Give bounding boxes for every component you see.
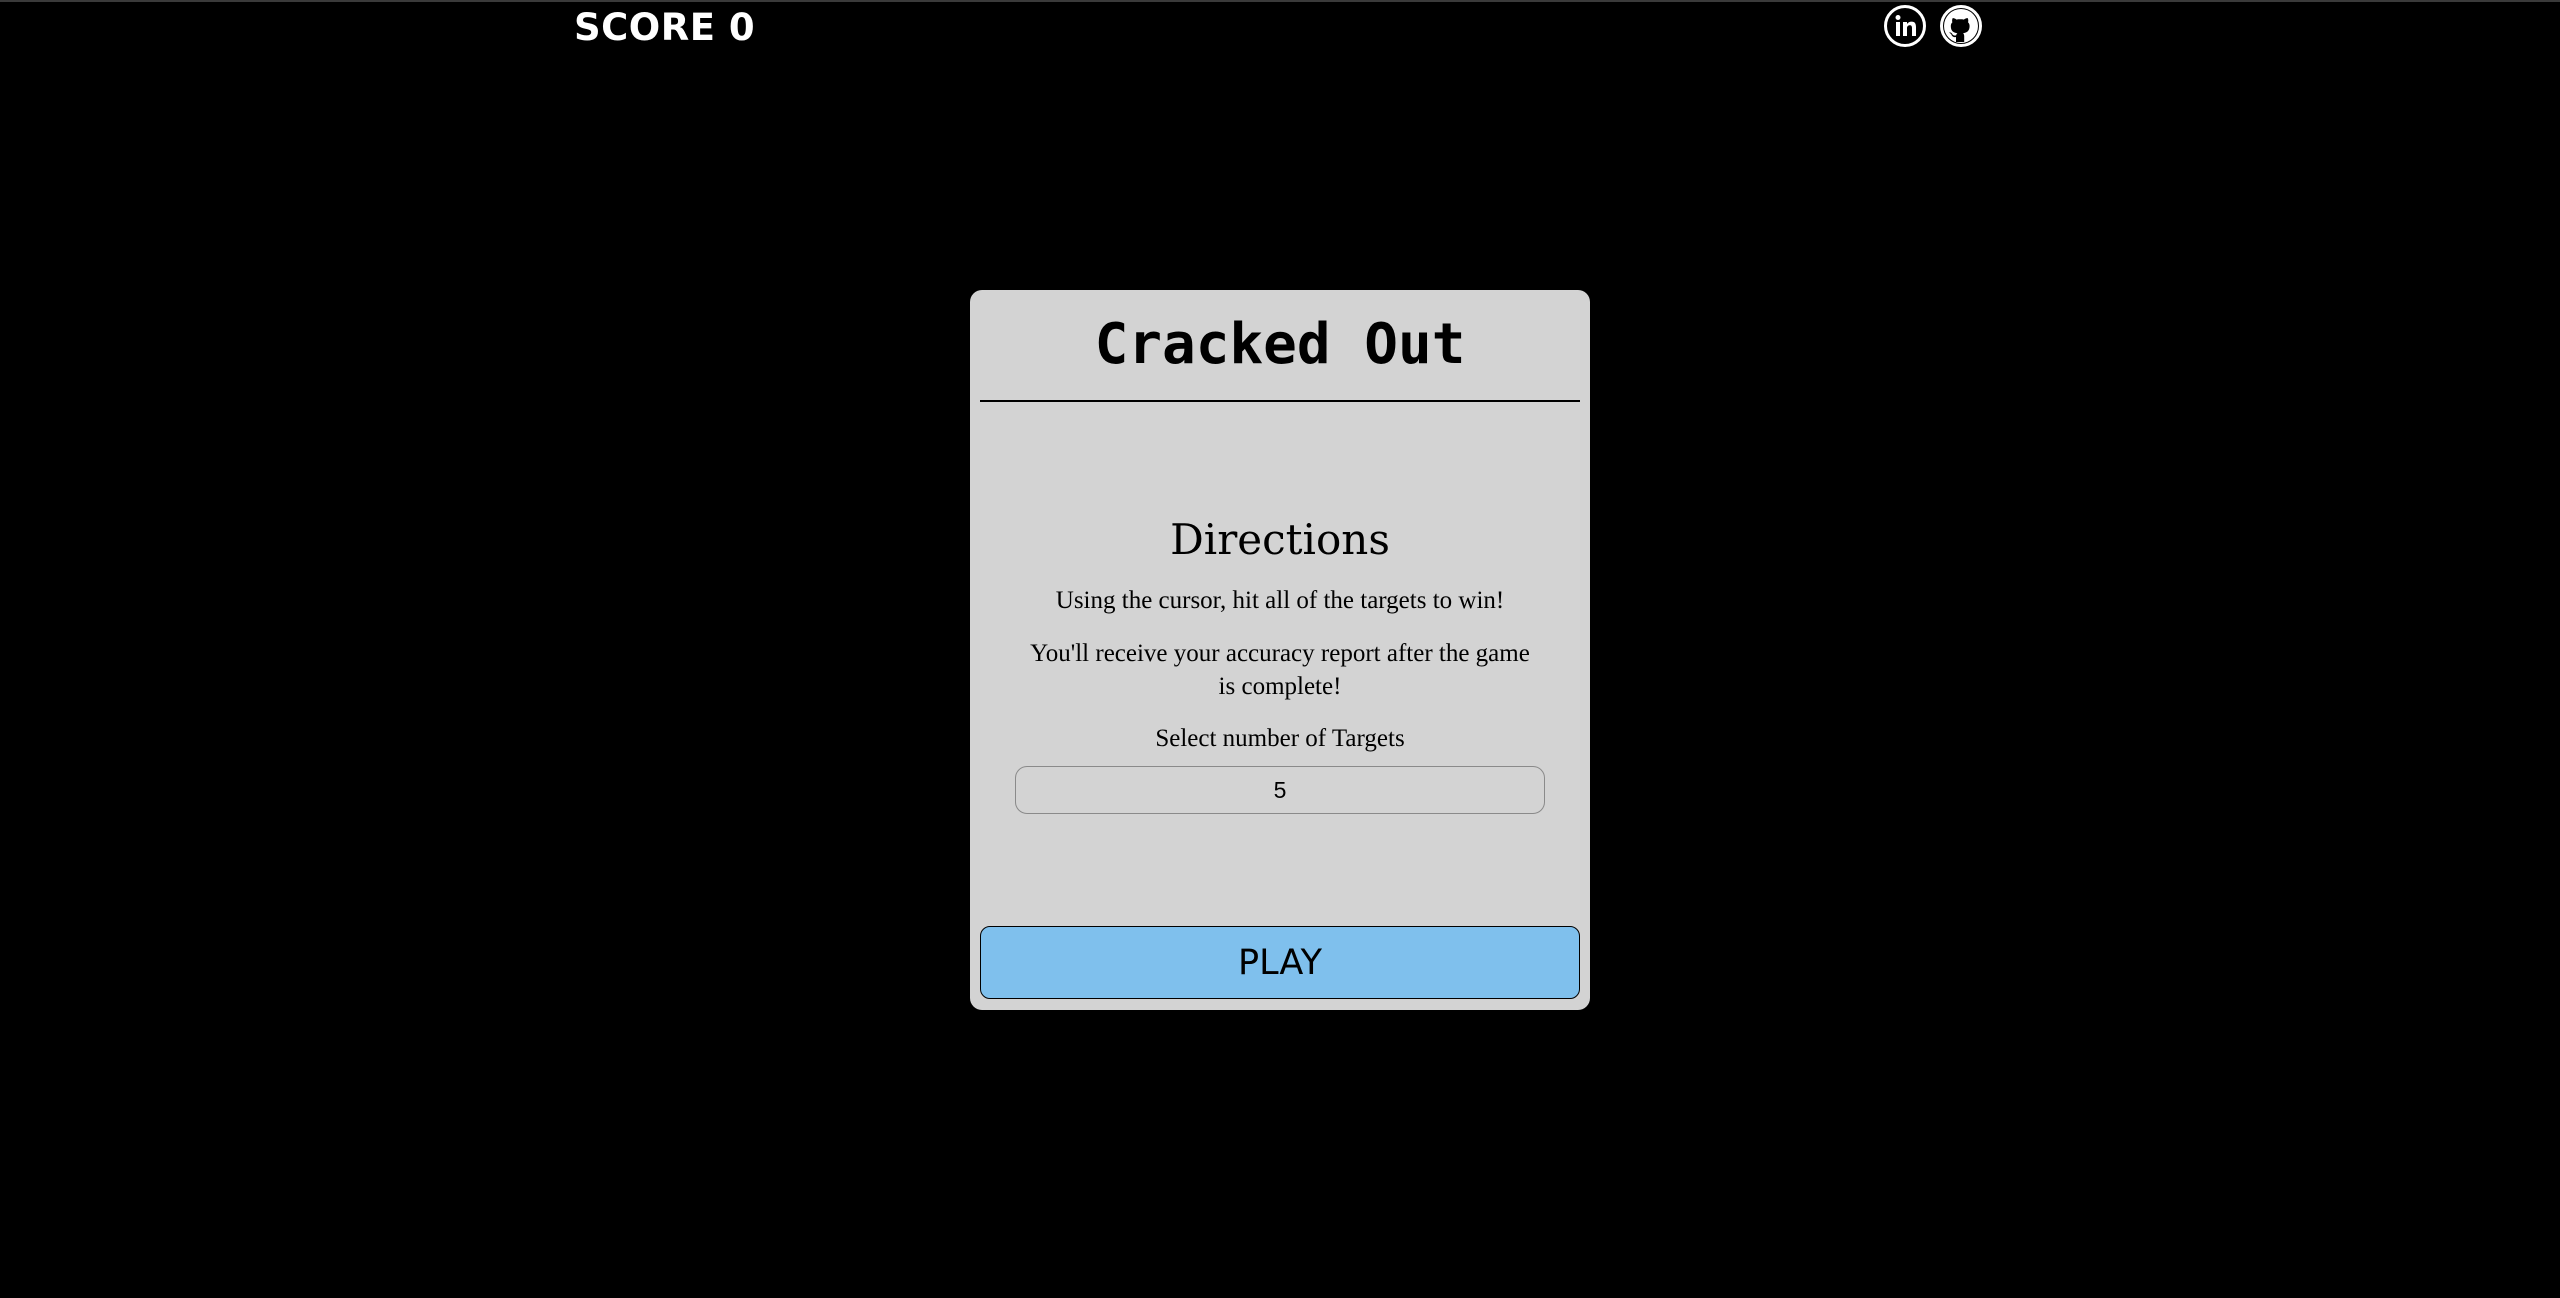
score-display: SCORE 0: [574, 6, 756, 49]
targets-number-input[interactable]: [1015, 766, 1545, 814]
github-link[interactable]: [1939, 4, 1983, 48]
start-modal: Cracked Out Directions Using the cursor,…: [970, 290, 1590, 1010]
directions-text-report: You'll receive your accuracy report afte…: [1030, 640, 1530, 700]
targets-select-label: Select number of Targets: [1155, 725, 1405, 752]
linkedin-link[interactable]: [1883, 4, 1927, 48]
linkedin-icon: [1884, 5, 1926, 47]
directions-text-cursor: Using the cursor, hit all of the targets…: [1055, 587, 1505, 614]
directions-heading: Directions: [1170, 515, 1390, 564]
play-button[interactable]: PLAY: [980, 926, 1580, 999]
top-border: [0, 0, 2560, 2]
github-icon: [1940, 5, 1982, 47]
game-title: Cracked Out: [1094, 312, 1466, 377]
title-divider: [980, 400, 1580, 402]
